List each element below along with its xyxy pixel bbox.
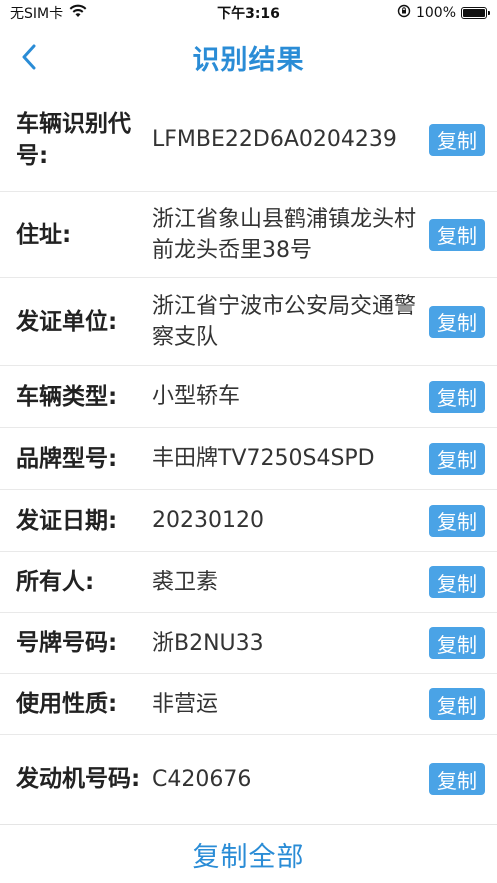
copy-all-button[interactable]: 复制全部 [193,835,305,874]
copy-issue-date-button[interactable]: 复制 [429,504,485,537]
copy-vehicle-type-button[interactable]: 复制 [429,380,485,413]
field-label: 住址: [16,221,72,248]
copy-owner-button[interactable]: 复制 [429,566,485,598]
page-title: 识别结果 [192,44,305,76]
field-value: 小型轿车 [152,384,241,409]
status-left: 无SIM卡 [10,3,87,23]
status-bar: 无SIM卡 下午3:16 100% [0,0,497,26]
row-vehicle-type: 车辆类型: 小型轿车 复制 [0,366,497,428]
status-right: 100% [397,4,490,22]
field-label: 品牌型号: [16,445,118,472]
row-engine-number: 发动机号码: C420676 复制 [0,735,497,823]
copy-vin-button[interactable]: 复制 [429,123,485,156]
row-brand-model: 品牌型号: 丰田牌TV7250S4SPD 复制 [0,428,497,490]
row-plate-number: 号牌号码: 浙B2NU33 复制 [0,613,497,674]
battery-percent: 100% [415,5,456,21]
field-label: 车辆识别代号: [16,110,131,169]
field-label: 号牌号码: [16,630,118,656]
orientation-lock-icon [397,4,411,22]
wifi-icon [69,4,87,22]
battery-fill [463,9,485,17]
battery-icon [461,7,490,19]
copy-address-button[interactable]: 复制 [429,218,485,251]
copy-engine-number-button[interactable]: 复制 [429,763,485,795]
back-button[interactable] [14,40,44,74]
carrier-label: 无SIM卡 [10,6,64,22]
copy-issuing-authority-button[interactable]: 复制 [429,305,485,338]
field-value: 浙江省宁波市公安局交通警察支队 [152,293,417,350]
field-label: 发证日期: [16,507,118,534]
field-value: 浙B2NU33 [152,630,264,656]
footer-bar: 复制全部 [0,824,497,883]
field-label: 所有人: [16,569,95,595]
row-address: 住址: 浙江省象山县鹤浦镇龙头村前龙头岙里38号 复制 [0,192,497,278]
chevron-left-icon [22,44,36,70]
field-value: LFMBE22D6A0204239 [152,127,397,152]
row-issuing-authority: 发证单位: 浙江省宁波市公安局交通警察支队 复制 [0,278,497,366]
field-value: 丰田牌TV7250S4SPD [152,446,375,471]
field-value: 裘卫素 [152,569,219,595]
row-usage-nature: 使用性质: 非营运 复制 [0,674,497,735]
copy-brand-model-button[interactable]: 复制 [429,442,485,475]
copy-plate-number-button[interactable]: 复制 [429,627,485,659]
field-label: 发证单位: [16,308,118,335]
row-owner: 所有人: 裘卫素 复制 [0,552,497,613]
nav-bar: 识别结果 [0,26,497,88]
field-label: 车辆类型: [16,383,118,410]
result-list: 车辆识别代号: LFMBE22D6A0204239 复制 住址: 浙江省象山县鹤… [0,88,497,823]
field-value: C420676 [152,766,252,792]
row-issue-date: 发证日期: 20230120 复制 [0,490,497,552]
field-label: 使用性质: [16,691,118,717]
row-vin: 车辆识别代号: LFMBE22D6A0204239 复制 [0,88,497,192]
field-value: 非营运 [152,691,219,717]
field-label: 发动机号码: [16,766,141,792]
field-value: 20230120 [152,508,264,533]
copy-usage-nature-button[interactable]: 复制 [429,688,485,720]
field-value: 浙江省象山县鹤浦镇龙头村前龙头岙里38号 [152,206,417,263]
